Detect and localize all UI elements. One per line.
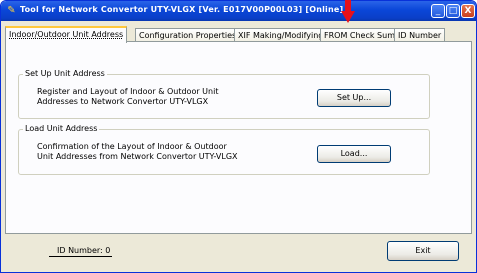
load-unit-address-group: Load Unit Address Confirmation of the La…: [18, 124, 430, 175]
title-bar[interactable]: ✎ Tool for Network Convertor UTY-VLGX [V…: [1, 1, 476, 21]
exit-button[interactable]: Exit: [387, 241, 459, 261]
minimize-button[interactable]: _: [431, 4, 445, 18]
tab-configuration-properties[interactable]: Configuration Properties: [135, 28, 241, 42]
app-window: ✎ Tool for Network Convertor UTY-VLGX [V…: [0, 0, 477, 273]
load-group-legend: Load Unit Address: [23, 124, 100, 133]
setup-description: Register and Layout of Indoor & Outdoor …: [37, 87, 297, 107]
tab-from-check-sum[interactable]: FROM Check Sum: [320, 28, 399, 42]
tab-strip: Indoor/Outdoor Unit Address Configuratio…: [5, 26, 472, 43]
tab-indoor-outdoor-unit-address[interactable]: Indoor/Outdoor Unit Address: [5, 26, 128, 43]
setup-description-line1: Register and Layout of Indoor & Outdoor …: [37, 87, 219, 96]
id-number-status: ID Number: 0: [49, 246, 113, 257]
maximize-button[interactable]: □: [446, 4, 460, 18]
window-title: Tool for Network Convertor UTY-VLGX [Ver…: [20, 5, 344, 14]
setup-group-legend: Set Up Unit Address: [23, 69, 107, 78]
load-button[interactable]: Load...: [317, 145, 391, 163]
tab-id-number[interactable]: ID Number: [394, 28, 446, 42]
load-description-line1: Confirmation of the Layout of Indoor & O…: [37, 142, 227, 151]
setup-description-line2: Addresses to Network Convertor UTY-VLGX: [37, 97, 209, 106]
close-button[interactable]: X: [461, 4, 475, 18]
tab-xif-making-modifying[interactable]: XIF Making/Modifying: [234, 28, 328, 42]
load-description-line2: Unit Addresses from Network Convertor UT…: [37, 152, 238, 161]
app-icon: ✎: [7, 5, 16, 16]
tab-panel: Set Up Unit Address Register and Layout …: [5, 41, 472, 234]
red-arrow-annotation: [341, 0, 355, 23]
setup-unit-address-group: Set Up Unit Address Register and Layout …: [18, 69, 430, 119]
setup-button[interactable]: Set Up...: [317, 89, 391, 107]
load-description: Confirmation of the Layout of Indoor & O…: [37, 142, 297, 162]
